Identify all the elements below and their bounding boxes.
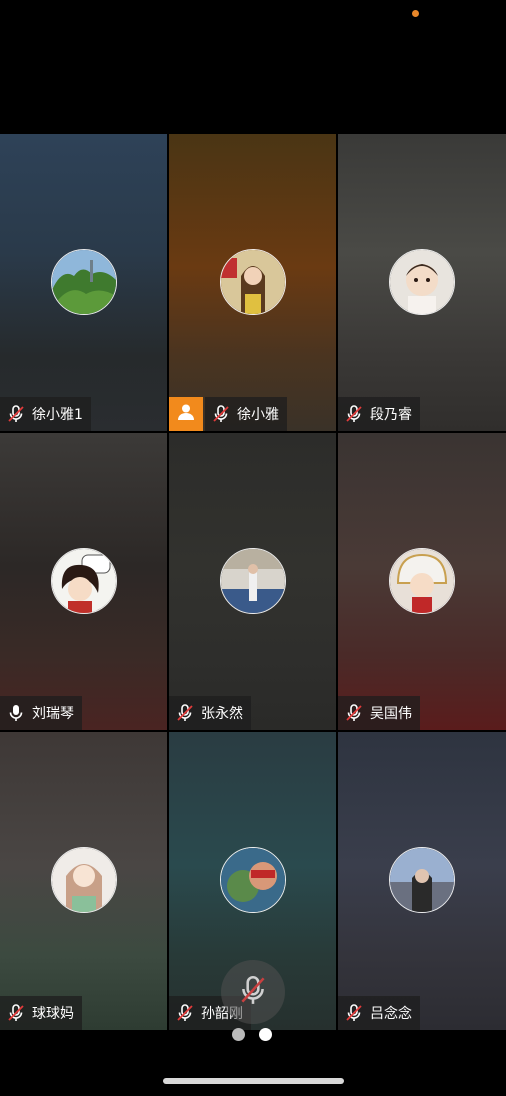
participant-tile[interactable]: 徐小雅1	[0, 134, 167, 431]
participant-avatar	[219, 548, 286, 614]
participant-name-label: 徐小雅	[205, 397, 287, 431]
participant-avatar	[219, 249, 286, 315]
participant-tile[interactable]: 段乃睿	[338, 134, 506, 431]
participant-tile[interactable]: 张永然	[169, 433, 336, 730]
participant-name-label: 吴国伟	[338, 696, 420, 730]
participant-tile[interactable]: 吴国伟	[338, 433, 506, 730]
mic-muted-icon	[344, 1003, 364, 1023]
mic-icon	[6, 703, 26, 723]
page-dot-active[interactable]	[259, 1028, 272, 1041]
participant-name-label: 球球妈	[0, 996, 82, 1030]
mute-toggle-button[interactable]	[221, 960, 285, 1024]
participant-name-label: 吕念念	[338, 996, 420, 1030]
mic-muted-icon	[175, 703, 195, 723]
participant-tile[interactable]: 徐小雅	[169, 134, 336, 431]
mic-muted-icon	[6, 404, 26, 424]
page-dot[interactable]	[232, 1028, 245, 1041]
status-indicator-dot	[412, 10, 419, 17]
participant-name: 吴国伟	[370, 706, 412, 722]
host-badge	[169, 397, 203, 431]
mic-muted-icon	[236, 973, 270, 1011]
participant-avatar	[389, 847, 455, 913]
participant-name: 刘瑞琴	[32, 706, 74, 722]
mic-muted-icon	[211, 404, 231, 424]
participant-name-label: 张永然	[169, 696, 251, 730]
mic-muted-icon	[175, 1003, 195, 1023]
person-icon	[176, 402, 196, 426]
participant-name-label: 刘瑞琴	[0, 696, 82, 730]
participant-name: 段乃睿	[370, 407, 412, 423]
participant-avatar	[50, 249, 117, 315]
participant-name: 徐小雅	[237, 407, 279, 423]
participant-name-label: 段乃睿	[338, 397, 420, 431]
mic-muted-icon	[344, 404, 364, 424]
mic-muted-icon	[344, 703, 364, 723]
participant-avatar	[389, 249, 455, 315]
participant-avatar	[50, 548, 117, 614]
mic-muted-icon	[6, 1003, 26, 1023]
participant-tile[interactable]: 吕念念	[338, 732, 506, 1030]
video-grid: 徐小雅1 徐小雅 段乃睿 刘瑞琴 张永然 吴国伟 球球妈 孙韶刚 吕念念	[0, 134, 506, 1030]
participant-name-label: 徐小雅1	[0, 397, 91, 431]
page-indicator[interactable]	[232, 1028, 272, 1041]
participant-name: 吕念念	[370, 1006, 412, 1022]
participant-name: 徐小雅1	[32, 407, 83, 423]
participant-name: 张永然	[201, 706, 243, 722]
participant-avatar	[389, 548, 455, 614]
participant-tile[interactable]: 刘瑞琴	[0, 433, 167, 730]
home-indicator[interactable]	[163, 1078, 344, 1084]
participant-avatar	[219, 847, 286, 913]
participant-avatar	[50, 847, 117, 913]
participant-name: 球球妈	[32, 1006, 74, 1022]
participant-tile[interactable]: 球球妈	[0, 732, 167, 1030]
